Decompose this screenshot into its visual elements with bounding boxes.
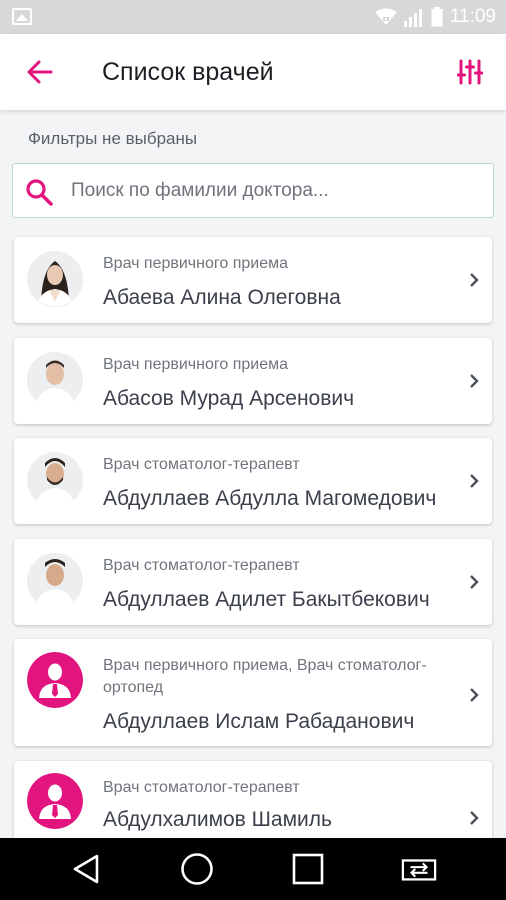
status-bar: 11:09	[0, 0, 506, 34]
doctor-specialty: Врач стоматолог-терапевт	[103, 456, 300, 473]
app-bar: Список врачей	[0, 34, 506, 110]
page-title: Список врачей	[102, 58, 274, 86]
nav-back-button[interactable]	[68, 852, 104, 886]
gallery-icon	[12, 8, 32, 25]
sliders-icon	[457, 59, 483, 85]
doctor-card[interactable]: Врач первичного приема Абаева Алина Олег…	[14, 237, 492, 323]
chevron-right-icon	[470, 474, 479, 488]
battery-icon	[431, 7, 443, 27]
doctor-photo	[27, 452, 83, 508]
wifi-icon	[374, 8, 397, 25]
nav-home-button[interactable]	[179, 852, 215, 886]
chevron-right-icon	[470, 374, 479, 388]
doctor-name: Абдуллаев Абдулла Магомедович	[103, 487, 437, 510]
nav-recents-button[interactable]	[290, 852, 326, 886]
doctor-specialty: Врач стоматолог-терапевт	[103, 557, 300, 574]
doctor-name: Абдуллаев Ислам Рабаданович	[103, 710, 415, 733]
search-input[interactable]	[71, 174, 481, 208]
home-circle-icon	[181, 853, 213, 885]
filter-button[interactable]	[452, 54, 488, 90]
nav-swap-button[interactable]	[401, 852, 437, 886]
doctor-name: Абаева Алина Олеговна	[103, 286, 341, 309]
back-button[interactable]	[22, 54, 58, 90]
signal-icon	[403, 9, 422, 27]
doctor-placeholder-icon	[27, 773, 83, 829]
doctor-placeholder-icon	[27, 652, 83, 708]
doctor-photo	[27, 553, 83, 609]
doctor-specialty: Врач первичного приема	[103, 255, 288, 272]
doctor-specialty: Врач первичного приема	[103, 356, 288, 373]
doctor-name: Абдулхалимов Шамиль	[103, 808, 332, 831]
arrow-left-icon	[27, 60, 53, 84]
doctor-specialty: Врач стоматолог-терапевт	[103, 779, 300, 796]
back-triangle-icon	[73, 854, 99, 884]
doctor-photo	[27, 251, 83, 307]
chevron-right-icon	[470, 273, 479, 287]
chevron-right-icon	[470, 688, 479, 702]
avatar-placeholder	[27, 652, 83, 708]
chevron-right-icon	[470, 575, 479, 589]
doctor-name: Абдуллаев Адилет Бакытбекович	[103, 588, 430, 611]
doctor-specialty: Врач первичного приема, Врач стоматолог-…	[103, 657, 427, 696]
avatar-placeholder	[27, 773, 83, 829]
system-nav-bar	[0, 838, 506, 900]
search-box	[12, 163, 494, 218]
doctor-photo	[27, 352, 83, 408]
search-icon	[26, 179, 53, 206]
doctor-name: Абасов Мурад Арсенович	[103, 387, 355, 410]
doctor-card[interactable]: Врач стоматолог-терапевт Абдуллаев Адиле…	[14, 539, 492, 625]
swap-apps-icon	[401, 859, 437, 881]
chevron-right-icon	[470, 811, 479, 825]
status-time: 11:09	[449, 6, 496, 27]
doctor-card[interactable]: Врач первичного приема Абасов Мурад Арсе…	[14, 338, 492, 424]
doctor-card[interactable]: Врач стоматолог-терапевт Абдулхалимов Ша…	[14, 761, 492, 847]
filters-status-label: Фильтры не выбраны	[28, 129, 198, 148]
doctor-card[interactable]: Врач стоматолог-терапевт Абдуллаев Абдул…	[14, 438, 492, 524]
recents-square-icon	[292, 853, 324, 885]
doctor-card[interactable]: Врач первичного приема, Врач стоматолог-…	[14, 639, 492, 746]
